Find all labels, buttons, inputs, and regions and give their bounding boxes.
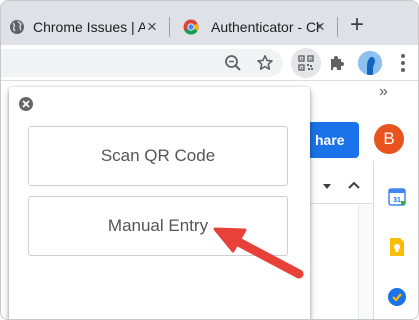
keep-icon[interactable]: [387, 237, 407, 257]
tab-authenticator[interactable]: Authenticator - Ch ×: [171, 9, 337, 45]
manual-entry-button[interactable]: Manual Entry: [28, 196, 288, 256]
tab-divider: [337, 17, 338, 37]
menu-dots-icon[interactable]: [397, 51, 409, 75]
star-icon[interactable]: [253, 51, 277, 75]
new-tab-button[interactable]: +: [345, 13, 369, 38]
globe-icon: [9, 19, 25, 35]
puzzle-extension-icon[interactable]: [325, 51, 349, 75]
tab-chrome-issues[interactable]: Chrome Issues | Au ×: [1, 9, 169, 45]
tab-title: Authenticator - Ch: [211, 19, 321, 35]
bookmarks-overflow-icon[interactable]: »: [379, 83, 388, 101]
qr-code-icon: [298, 55, 314, 71]
browser-window: Chrome Issues | Au × Authenticator - Ch …: [0, 0, 419, 320]
browser-toolbar: [1, 45, 418, 81]
close-icon[interactable]: [19, 97, 33, 111]
tab-strip: Chrome Issues | Au × Authenticator - Ch …: [1, 1, 418, 45]
tab-divider: [169, 17, 170, 37]
calendar-day: 31: [393, 197, 401, 204]
scan-qr-code-button[interactable]: Scan QR Code: [28, 126, 288, 186]
close-tab-icon[interactable]: ×: [143, 18, 161, 36]
account-avatar[interactable]: B: [374, 124, 404, 154]
authenticator-popup: Scan QR Code Manual Entry: [9, 87, 310, 319]
chevron-up-icon[interactable]: [347, 178, 361, 197]
zoom-out-icon[interactable]: [221, 51, 245, 75]
tasks-icon[interactable]: [387, 287, 407, 307]
doc-toolbar: [301, 172, 373, 204]
profile-avatar[interactable]: [358, 51, 382, 75]
tab-title: Chrome Issues | Au: [33, 19, 145, 35]
qr-extension-button[interactable]: [291, 48, 321, 78]
calendar-icon[interactable]: 31: [387, 187, 407, 207]
close-tab-icon[interactable]: ×: [311, 18, 329, 36]
caret-down-icon[interactable]: [323, 184, 331, 189]
chrome-icon: [183, 19, 199, 35]
